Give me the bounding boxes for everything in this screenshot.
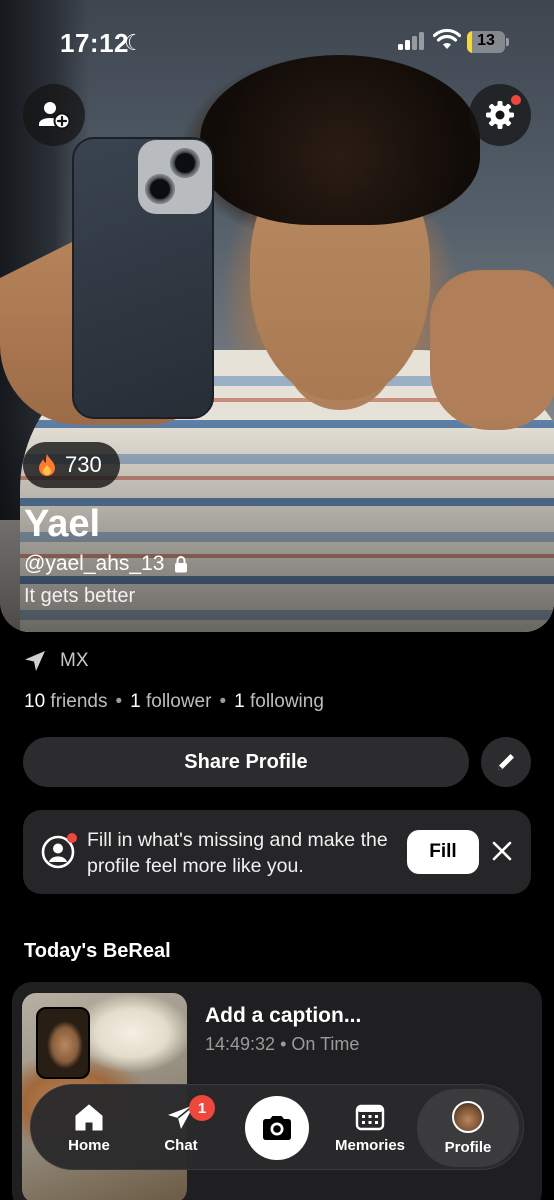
location-arrow-icon	[25, 651, 45, 671]
bereal-front-photo[interactable]	[36, 1007, 90, 1079]
following-stat[interactable]: 1 following	[234, 691, 324, 713]
gear-icon	[486, 101, 514, 129]
settings-button[interactable]	[469, 84, 531, 146]
camera-button[interactable]	[245, 1096, 309, 1160]
bereal-time: 14:49:32	[205, 1034, 276, 1054]
bottom-nav: Home Chat 1 Memories Profile	[30, 1084, 524, 1170]
calendar-icon	[355, 1104, 385, 1130]
notification-dot	[511, 95, 521, 105]
camera-icon	[263, 1116, 291, 1140]
lock-icon	[175, 556, 188, 573]
followers-stat[interactable]: 1 follower	[130, 691, 211, 713]
pencil-icon	[498, 754, 514, 770]
profile-bio: It gets better	[24, 585, 136, 607]
close-icon[interactable]	[491, 840, 513, 862]
username: @yael_ahs_13	[24, 552, 165, 575]
social-stats: 10 friends • 1 follower • 1 following	[24, 691, 324, 713]
status-time: 17:12	[60, 28, 129, 58]
nav-profile[interactable]: Profile	[417, 1089, 519, 1167]
chat-badge: 1	[189, 1095, 215, 1121]
battery-level: 13	[477, 32, 495, 49]
wifi-icon	[433, 28, 461, 49]
streak-badge[interactable]: 730	[23, 442, 120, 488]
avatar	[452, 1100, 484, 1133]
location-text: MX	[60, 650, 89, 671]
flame-icon	[39, 454, 55, 476]
fill-prompt-text: Fill in what's missing and make the prof…	[87, 829, 388, 877]
streak-count: 730	[65, 452, 102, 477]
friends-stat[interactable]: 10 friends	[24, 691, 107, 713]
profile-circle-icon	[41, 833, 77, 869]
todays-bereal-title: Today's BeReal	[24, 940, 171, 962]
add-caption[interactable]: Add a caption...	[205, 1004, 361, 1028]
profile-name: Yael	[24, 503, 101, 545]
home-icon	[75, 1104, 103, 1130]
add-friend-button[interactable]	[23, 84, 85, 146]
nav-chat[interactable]: Chat 1	[141, 1085, 221, 1171]
do-not-disturb-icon: ☾	[124, 30, 144, 55]
battery-icon: 13	[467, 31, 509, 53]
username-row: @yael_ahs_13	[24, 552, 188, 576]
location-row: MX	[24, 650, 89, 672]
notification-dot	[67, 833, 77, 843]
share-profile-button[interactable]: Share Profile	[23, 737, 469, 787]
fill-profile-card: Fill in what's missing and make the prof…	[23, 810, 531, 894]
status-bar: 17:12 ☾ 13	[0, 0, 554, 80]
add-person-icon	[39, 102, 70, 130]
edit-profile-button[interactable]	[481, 737, 531, 787]
nav-memories[interactable]: Memories	[327, 1085, 413, 1171]
nav-home[interactable]: Home	[49, 1085, 129, 1171]
cellular-signal-icon	[398, 32, 426, 50]
bereal-timing: On Time	[291, 1034, 360, 1054]
bereal-meta: 14:49:32 • On Time	[205, 1034, 360, 1054]
fill-button[interactable]: Fill	[407, 830, 479, 874]
